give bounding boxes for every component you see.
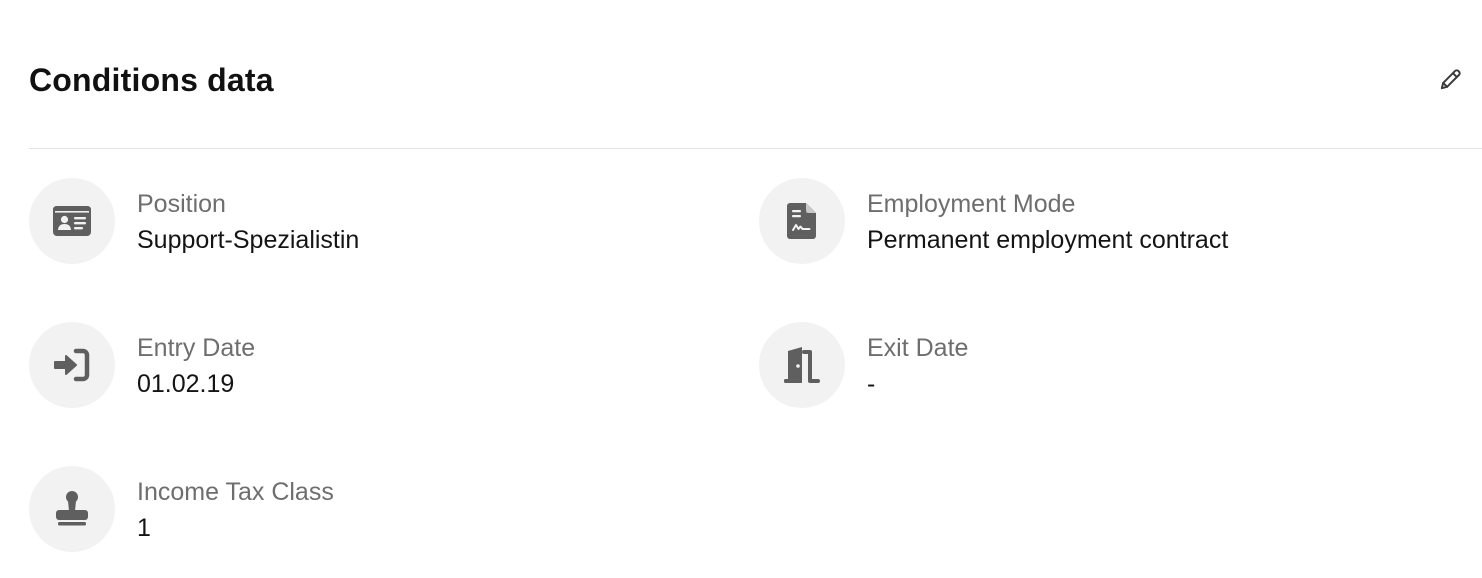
field-value: -: [867, 370, 876, 398]
sign-in-icon: [29, 322, 115, 408]
conditions-data-card: Conditions data Position Support-Spezial…: [0, 0, 1482, 578]
field-value: 01.02.19: [137, 370, 235, 398]
contract-file-icon: [759, 178, 845, 264]
field-position: Position Support-Spezialistin: [29, 178, 709, 266]
field-value: 1: [137, 514, 151, 542]
id-card-icon: [29, 178, 115, 264]
field-exit-date: Exit Date -: [759, 322, 1439, 410]
field-label: Exit Date: [867, 334, 969, 362]
field-entry-date: Entry Date 01.02.19: [29, 322, 709, 410]
card-title: Conditions data: [29, 62, 274, 98]
field-label: Position: [137, 190, 226, 218]
field-employment-mode: Employment Mode Permanent employment con…: [759, 178, 1439, 266]
stamp-icon: [29, 466, 115, 552]
edit-button[interactable]: [1436, 66, 1466, 96]
field-label: Income Tax Class: [137, 478, 334, 506]
field-value: Support-Spezialistin: [137, 226, 360, 254]
field-label: Entry Date: [137, 334, 256, 362]
field-value: Permanent employment contract: [867, 226, 1229, 254]
door-open-icon: [759, 322, 845, 408]
field-income-tax-class: Income Tax Class 1: [29, 466, 709, 554]
field-label: Employment Mode: [867, 190, 1076, 218]
pencil-icon: [1438, 66, 1464, 97]
header-divider: [29, 148, 1482, 149]
card-header: Conditions data: [29, 56, 1482, 104]
